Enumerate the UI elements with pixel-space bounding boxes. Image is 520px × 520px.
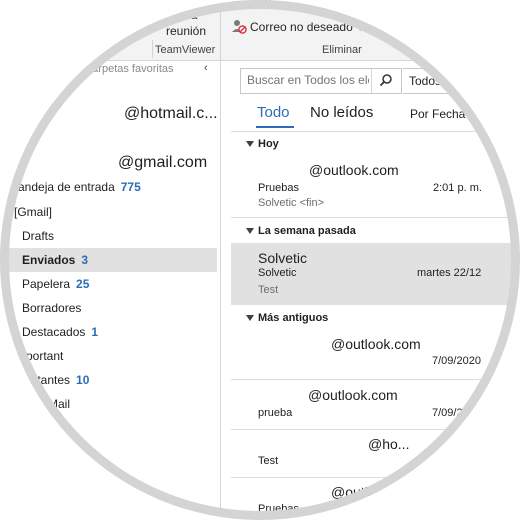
message-date: 2:01 p. m. [433, 182, 482, 194]
folder-spam[interactable]: n] [60, 421, 70, 435]
message-list-pane: Todos Todo No leídos Por Fecha Hoy @outl… [221, 61, 520, 520]
tab-unread[interactable]: No leídos [310, 104, 373, 121]
folder-trash-count: 25 [76, 277, 90, 291]
sort-by-date[interactable]: Por Fecha [410, 107, 465, 121]
folder-starred-label: Destacados [22, 325, 86, 339]
ribbon-divider [220, 0, 221, 60]
folder-all-mail[interactable]: Mail [48, 397, 70, 411]
message-row[interactable]: @outlook Pruebas [231, 477, 520, 520]
folder-borradores[interactable]: Borradores [22, 301, 81, 315]
search-divider [371, 69, 372, 93]
message-preview: Solvetic <fin> [258, 197, 325, 209]
message-subject: Test [258, 455, 279, 467]
search-scope-dropdown[interactable]: Todos [403, 68, 520, 94]
message-subject: Pruebas [258, 503, 299, 515]
message-row[interactable]: @outlook.com 7/09/2020 [231, 327, 520, 377]
folder-pane: as carpetas favoritas ‹ @hotmail.c... @g… [0, 61, 221, 520]
ribbon-divider [152, 40, 153, 58]
message-preview: Test [258, 284, 279, 296]
account-hotmail[interactable]: @hotmail.c... [124, 105, 218, 123]
folder-sent[interactable]: Enviados 3 [22, 253, 88, 267]
message-subject: Solvetic [258, 267, 297, 279]
junk-mail-button[interactable]: Correo no deseado ▾ [250, 20, 362, 34]
search-scope-label: Todos [409, 74, 442, 88]
junk-mail-label: Correo no deseado [250, 20, 353, 34]
ribbon: eva reunión TeamViewer Lim Correo no des… [0, 0, 520, 61]
junk-mail-icon[interactable] [231, 18, 247, 34]
message-date: 7/09/2020 [432, 355, 481, 367]
folder-sent-count: 3 [81, 253, 89, 267]
folder-gmail-group[interactable]: [Gmail] [14, 205, 52, 219]
clean-up-label[interactable]: Lim [252, 0, 271, 8]
message-row[interactable]: @outlook.com Pruebas 2:01 p. m. Solvetic… [231, 153, 520, 215]
account-gmail[interactable]: @gmail.com [118, 154, 207, 172]
collapse-group-icon[interactable] [246, 228, 254, 234]
message-date: 7/09/2020 [432, 407, 481, 419]
collapse-pane-icon[interactable]: ‹ [204, 62, 208, 74]
delete-group-label: Eliminar [322, 44, 362, 56]
chevron-down-icon[interactable]: ▾ [358, 24, 362, 33]
folder-starred[interactable]: Destacados 1 [22, 325, 98, 339]
message-sender: Solvetic [258, 250, 308, 266]
message-subject: Pruebas [258, 182, 299, 194]
group-today[interactable]: Hoy [258, 138, 279, 150]
folder-importantes-count: 10 [76, 373, 90, 387]
folder-importantes-label: portantes [20, 373, 71, 387]
search-box[interactable] [240, 68, 402, 94]
message-row-selected[interactable]: Solvetic Solvetic martes 22/12 Test [231, 243, 513, 305]
row-divider [231, 217, 520, 218]
message-sender: @outlook.com [308, 387, 398, 403]
new-meeting-button-label-1[interactable]: eva [178, 8, 197, 22]
message-subject: prueba [258, 407, 293, 419]
message-sender: @outlook [331, 484, 391, 500]
folder-drafts[interactable]: Drafts [22, 229, 54, 243]
folder-inbox-label: andeja de entrada [18, 180, 115, 194]
message-date: martes 22/12 [417, 267, 482, 279]
tab-all-underline [256, 126, 294, 128]
message-row[interactable]: @ho... Test [231, 429, 520, 477]
teamviewer-group-label: TeamViewer [155, 44, 216, 56]
folder-sent-label: Enviados [22, 253, 76, 267]
folder-starred-count: 1 [91, 325, 99, 339]
folder-inbox[interactable]: andeja de entrada 775 [18, 180, 141, 194]
message-sender: @outlook.com [331, 336, 421, 352]
tab-all[interactable]: Todo [257, 104, 290, 121]
group-last-week[interactable]: La semana pasada [258, 225, 356, 237]
collapse-group-icon[interactable] [246, 315, 254, 321]
search-input[interactable] [247, 72, 369, 88]
folder-inbox-count: 775 [120, 180, 141, 194]
collapse-group-icon[interactable] [246, 141, 254, 147]
message-sender: @outlook.com [309, 162, 399, 178]
search-icon[interactable] [379, 73, 393, 92]
message-row[interactable]: @outlook.com prueba 7/09/2020 [231, 379, 520, 429]
tabs-divider [231, 131, 520, 132]
folder-importantes[interactable]: portantes 10 [20, 373, 89, 387]
message-sender: @ho... [368, 436, 410, 452]
folder-trash[interactable]: Papelera 25 [22, 277, 89, 291]
folder-important[interactable]: mportant [16, 349, 63, 363]
clean-up-icon[interactable] [232, 0, 242, 5]
outlook-window: eva reunión TeamViewer Lim Correo no des… [0, 0, 520, 520]
new-meeting-button-label-2[interactable]: reunión [166, 24, 206, 38]
folder-trash-label: Papelera [22, 277, 71, 291]
group-older[interactable]: Más antiguos [258, 312, 328, 324]
favorites-header[interactable]: as carpetas favoritas [72, 63, 174, 75]
